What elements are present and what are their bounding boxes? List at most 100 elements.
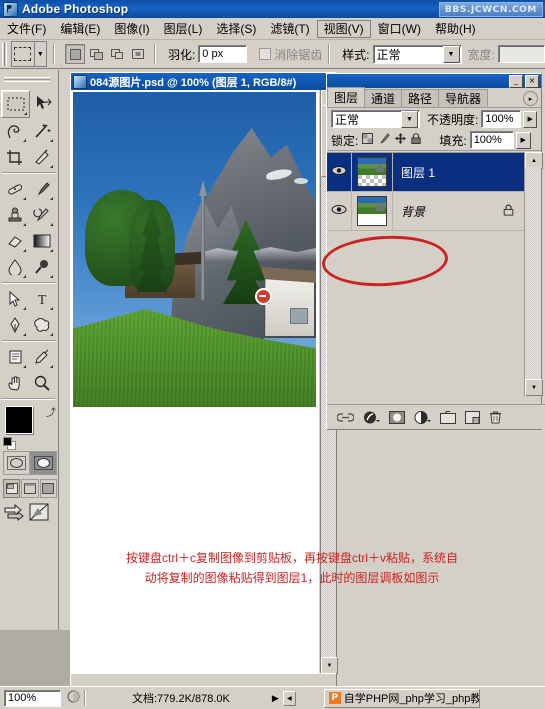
layer-mask-icon[interactable] [389, 410, 405, 424]
tab-layers[interactable]: 图层 [327, 87, 366, 107]
tab-channels[interactable]: 通道 [364, 89, 403, 107]
feather-input[interactable]: 0 px [198, 45, 248, 63]
status-resize-handle[interactable]: ◀ [282, 690, 296, 706]
menu-view[interactable]: 视图(V) [316, 19, 371, 38]
palette-menu-icon[interactable]: ▸ [523, 91, 538, 106]
menu-image[interactable]: 图像(I) [107, 20, 156, 38]
close-icon[interactable]: × [525, 74, 539, 88]
quick-mask-mode-button[interactable] [30, 451, 57, 475]
palette-title-bar[interactable]: _ × [327, 74, 541, 88]
new-layer-icon[interactable] [465, 410, 480, 424]
table-row[interactable]: 图层 1 [327, 153, 524, 192]
watermark-badge: BBS.JCWCN.COM [438, 2, 543, 17]
move-tool[interactable] [30, 90, 57, 116]
blend-mode-select[interactable]: 正常 ▼ [331, 110, 420, 128]
style-select[interactable]: 正常 ▼ [372, 44, 462, 64]
taskbar-item[interactable]: P 自学PHP网_php学习_php教 [323, 688, 480, 708]
gradient-tool[interactable] [28, 228, 55, 254]
lock-transparent-pixels-icon[interactable] [362, 133, 374, 147]
minimize-icon[interactable]: _ [509, 74, 523, 88]
menu-window[interactable]: 窗口(W) [371, 20, 428, 38]
type-tool[interactable]: T [28, 286, 55, 312]
new-selection-button[interactable] [65, 44, 86, 64]
tab-navigator[interactable]: 导航器 [438, 89, 489, 107]
layer-name[interactable]: 图层 1 [393, 164, 524, 181]
layer-style-fx-icon[interactable] [363, 411, 380, 424]
delete-layer-icon[interactable] [489, 410, 502, 424]
layers-vertical-scrollbar[interactable]: ▲ ▼ [524, 152, 543, 396]
layer-thumbnail-cell[interactable] [352, 192, 393, 230]
intersect-selection-button[interactable] [128, 44, 149, 64]
table-row[interactable]: 背景 [327, 192, 524, 231]
magic-wand-tool[interactable] [28, 118, 55, 144]
scroll-down-button[interactable]: ▼ [321, 657, 338, 674]
options-bar-grip[interactable] [2, 42, 9, 66]
lock-all-icon[interactable] [411, 133, 422, 147]
imageready-icon[interactable] [29, 503, 49, 524]
zoom-level-input[interactable]: 100% [4, 689, 61, 707]
antialias-checkbox[interactable] [259, 48, 272, 60]
lasso-tool[interactable] [1, 118, 28, 144]
menu-edit[interactable]: 编辑(E) [53, 20, 107, 38]
opacity-slider-chevron-icon[interactable]: ▶ [523, 110, 537, 128]
scroll-down-button[interactable]: ▼ [525, 379, 543, 396]
tool-more-triangle-icon [50, 275, 53, 278]
new-group-icon[interactable] [440, 410, 456, 424]
tool-palette-grip[interactable] [0, 70, 58, 90]
fill-input[interactable]: 100% [469, 131, 514, 149]
menu-filter[interactable]: 滤镜(T) [263, 20, 316, 38]
tab-paths[interactable]: 路径 [401, 89, 440, 107]
swap-colors-icon[interactable]: ⤴ [46, 404, 56, 419]
current-tool-button[interactable] [11, 41, 35, 67]
menu-select[interactable]: 选择(S) [209, 20, 263, 38]
brush-tool[interactable] [28, 176, 55, 202]
tool-preset-chevron-down-icon[interactable]: ▼ [34, 41, 48, 67]
standard-screen-mode-button[interactable] [3, 479, 21, 498]
lock-position-icon[interactable] [395, 133, 407, 147]
tool-divider [2, 282, 56, 284]
foreground-color-swatch[interactable] [5, 406, 33, 434]
full-screen-button[interactable] [39, 479, 57, 498]
eye-icon[interactable] [331, 204, 347, 218]
zoom-tool[interactable] [28, 370, 55, 396]
pen-tool[interactable] [1, 312, 28, 338]
eraser-tool[interactable] [1, 228, 28, 254]
healing-brush-tool[interactable] [1, 176, 28, 202]
link-layers-icon[interactable] [337, 412, 354, 423]
layer-name[interactable]: 背景 [393, 203, 503, 220]
crop-tool[interactable] [1, 144, 28, 170]
width-input[interactable] [497, 45, 545, 63]
subtract-from-selection-button[interactable] [107, 44, 128, 64]
layer-visibility-cell[interactable] [327, 153, 352, 191]
history-brush-tool[interactable] [28, 202, 55, 228]
custom-shape-tool[interactable] [28, 312, 55, 338]
preview-thumbnail-icon[interactable] [67, 690, 80, 706]
standard-mode-button[interactable] [3, 451, 30, 475]
lock-image-pixels-icon[interactable] [378, 133, 390, 147]
hand-tool[interactable] [1, 370, 28, 396]
add-to-selection-button[interactable] [86, 44, 107, 64]
clone-stamp-tool[interactable] [1, 202, 28, 228]
rectangular-marquee-tool[interactable] [1, 90, 30, 118]
jump-to-imageready-button[interactable] [4, 503, 26, 524]
status-expand-arrow-icon[interactable]: ▶ [272, 693, 279, 704]
blur-tool[interactable] [1, 254, 28, 280]
eyedropper-tool[interactable] [28, 344, 55, 370]
full-screen-with-menubar-button[interactable] [21, 479, 39, 498]
path-selection-tool[interactable] [1, 286, 28, 312]
menu-layer[interactable]: 图层(L) [157, 20, 210, 38]
eye-icon[interactable] [331, 165, 347, 179]
notes-tool[interactable] [1, 344, 28, 370]
fill-slider-chevron-icon[interactable]: ▶ [515, 131, 531, 149]
menu-file[interactable]: 文件(F) [0, 20, 53, 38]
layer-thumbnail-cell[interactable] [352, 153, 393, 191]
document-title-bar[interactable]: 084源图片.psd @ 100% (图层 1, RGB/8#) [71, 73, 336, 90]
scrollbar-track[interactable] [525, 167, 541, 381]
slice-tool[interactable] [28, 144, 55, 170]
menu-help[interactable]: 帮助(H) [428, 20, 483, 38]
default-colors-icon[interactable] [3, 437, 16, 450]
layer-visibility-cell[interactable] [327, 192, 352, 230]
dodge-tool[interactable] [28, 254, 55, 280]
opacity-input[interactable]: 100% [481, 110, 522, 128]
adjustment-layer-icon[interactable] [414, 410, 431, 424]
